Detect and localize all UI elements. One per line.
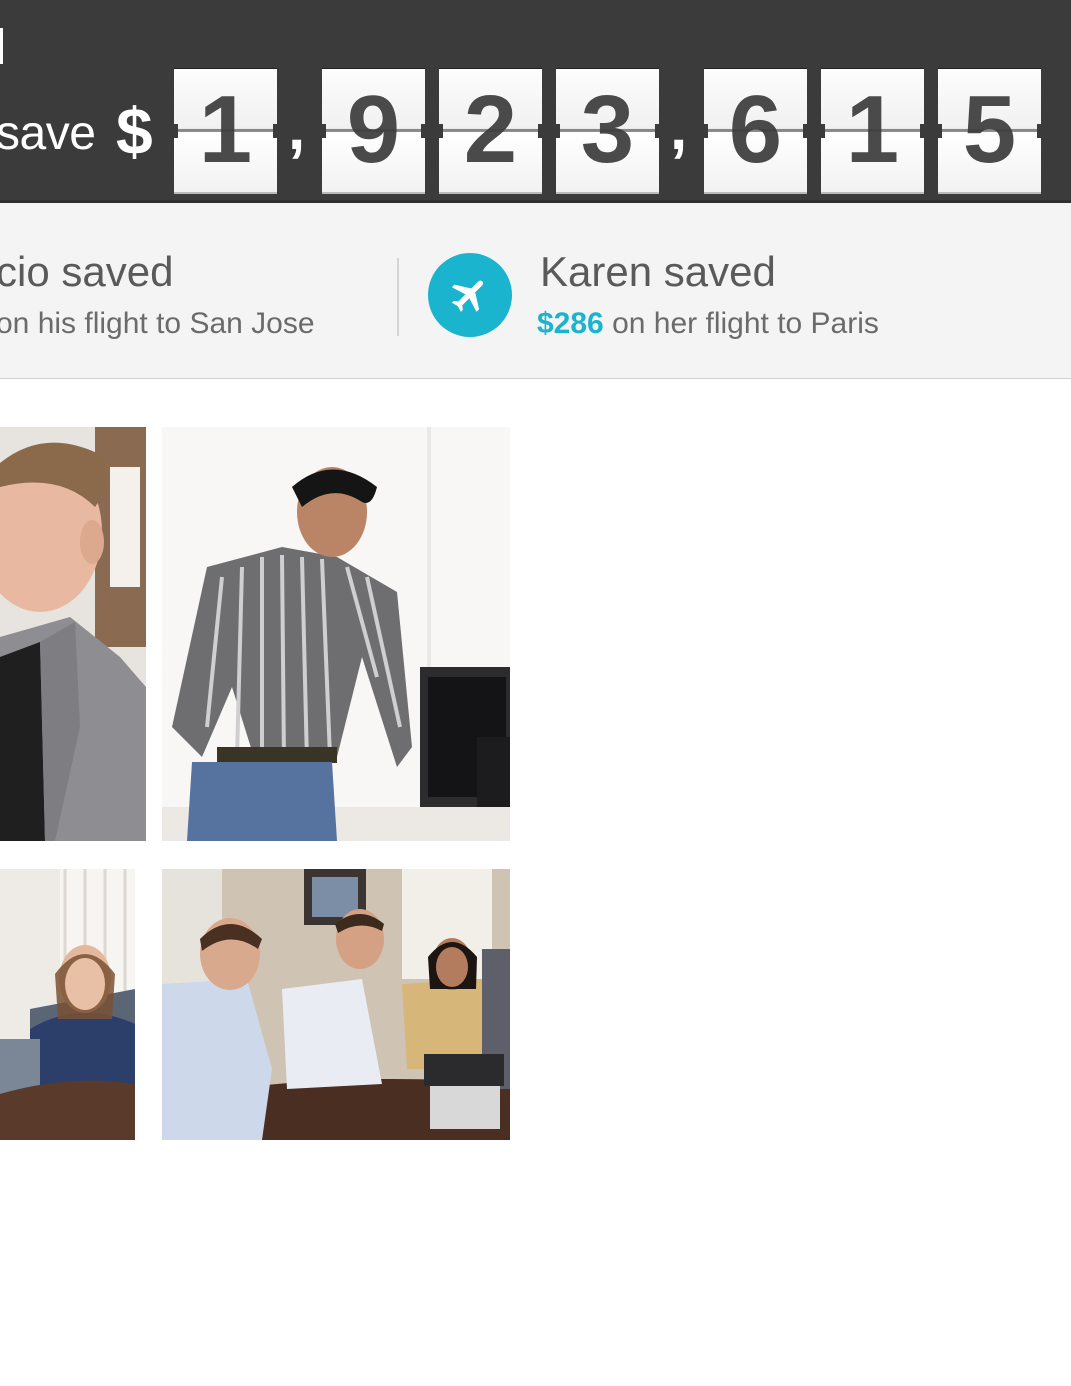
airplane-glyph [451, 280, 484, 312]
saving-amount: $286 [537, 307, 604, 340]
ticker-divider [397, 258, 399, 336]
digit-hinge [938, 129, 1041, 132]
photo-illustration [162, 869, 510, 1140]
airplane-icon [428, 253, 512, 337]
digit-hinge [174, 129, 277, 132]
team-photo [162, 869, 510, 1140]
counter-digit: 6 [701, 68, 810, 194]
counter-digit: 3 [553, 68, 662, 194]
currency-symbol: $ [116, 94, 153, 168]
thousands-separator: , [670, 94, 688, 163]
counter-digit: 1 [818, 68, 927, 194]
saver-name: cio saved [0, 248, 174, 295]
savings-counter-bar: save $ 1 , 9 2 3 , 6 1 5 [0, 0, 1071, 203]
thousands-separator: , [288, 94, 306, 163]
saving-detail: on his flight to San Jose [0, 307, 315, 340]
save-label: save [0, 107, 96, 160]
photo-illustration [0, 869, 135, 1140]
team-photo [162, 427, 510, 841]
saver-name: Karen saved [540, 248, 776, 295]
photo-illustration [162, 427, 510, 841]
counter-digit: 1 [171, 68, 280, 194]
savings-ticker: cio saved on his flight to San Jose Kare… [0, 203, 1071, 379]
saving-description: on her flight to Paris [603, 307, 879, 340]
counter-digit: 9 [319, 68, 428, 194]
digit-hinge [439, 129, 542, 132]
digit-hinge [556, 129, 659, 132]
counter-digit: 5 [935, 68, 1044, 194]
edge-mark [0, 28, 3, 64]
digit-hinge [821, 129, 924, 132]
digit-hinge [322, 129, 425, 132]
counter-digit: 2 [436, 68, 545, 194]
digit-hinge [704, 129, 807, 132]
photo-illustration [0, 427, 146, 841]
saving-detail: $286 on her flight to Paris [537, 306, 879, 342]
team-photo [0, 869, 135, 1140]
team-photo [0, 427, 146, 841]
